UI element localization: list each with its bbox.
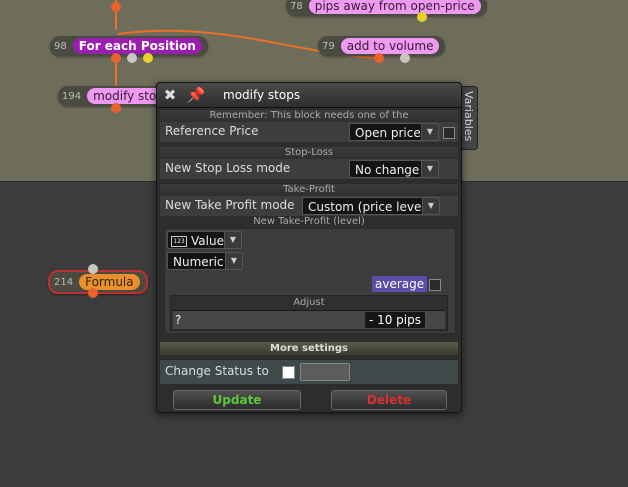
change-status-label: Change Status to — [165, 364, 269, 378]
update-button[interactable]: Update — [173, 390, 301, 410]
value-type-label: Value — [191, 234, 224, 248]
block-label: For each Position — [72, 38, 202, 54]
output-port[interactable] — [417, 12, 427, 22]
average-checkbox[interactable] — [429, 279, 441, 291]
reference-price-value: Open price — [355, 126, 421, 140]
chevron-down-icon: ▼ — [422, 198, 439, 214]
take-profit-row: New Take Profit mode Custom (price level… — [160, 196, 458, 216]
value-icon: 123 — [171, 236, 187, 247]
input-port[interactable] — [88, 264, 98, 274]
chevron-down-icon: ▼ — [421, 124, 438, 140]
take-profit-mode-select[interactable]: Custom (price level) ▼ — [302, 197, 440, 215]
output-port[interactable] — [143, 53, 153, 63]
block-label: add to volume — [340, 38, 440, 54]
stop-loss-mode-label: New Stop Loss mode — [165, 161, 291, 175]
status-value-field[interactable] — [300, 363, 350, 381]
change-status-row: Change Status to — [160, 360, 458, 384]
stop-loss-mode-value: No change — [355, 163, 420, 177]
numeric-type-select[interactable]: Numeric ▼ — [167, 252, 243, 270]
dialog-titlebar[interactable]: ✖ 📌 modify stops — [157, 83, 461, 108]
adjust-placeholder: ? — [175, 313, 182, 327]
chevron-down-icon: ▼ — [224, 232, 241, 248]
average-button[interactable]: average — [372, 276, 428, 292]
numeric-type-label: Numeric — [173, 255, 224, 269]
output-port[interactable] — [111, 53, 121, 63]
remember-note: Remember: This block needs one of the — [160, 110, 458, 122]
output-port[interactable] — [127, 53, 137, 63]
block-label: pips away from open-price — [308, 0, 481, 14]
block-number: 79 — [322, 40, 335, 52]
stop-loss-mode-select[interactable]: No change ▼ — [349, 160, 439, 178]
adjust-header: Adjust — [293, 297, 325, 308]
adjust-input[interactable]: ? - 10 pips — [173, 310, 445, 329]
variables-tab[interactable]: Variables — [460, 86, 478, 150]
pin-icon[interactable]: 📌 — [185, 87, 207, 103]
modify-stops-dialog: ✖ 📌 modify stops Remember: This block ne… — [156, 82, 462, 413]
chevron-down-icon: ▼ — [225, 253, 242, 269]
block-number: 78 — [290, 0, 303, 12]
output-port[interactable] — [111, 103, 121, 113]
output-port[interactable] — [400, 53, 410, 63]
block-pips-away[interactable]: 78 pips away from open-price — [286, 0, 487, 16]
variables-tab-label: Variables — [462, 91, 475, 142]
block-number: 194 — [62, 90, 82, 102]
close-icon[interactable]: ✖ — [162, 87, 178, 103]
delete-button[interactable]: Delete — [331, 390, 447, 410]
change-status-checkbox[interactable] — [282, 366, 295, 379]
adjust-panel: Adjust ? - 10 pips — [170, 295, 448, 331]
adjust-value[interactable]: - 10 pips — [364, 312, 425, 328]
take-profit-mode-value: Custom (price level) — [308, 200, 430, 214]
reference-price-select[interactable]: Open price ▼ — [349, 123, 439, 141]
output-port[interactable] — [88, 288, 98, 298]
stop-loss-header: Stop-Loss — [160, 147, 458, 159]
value-type-select[interactable]: 123 Value ▼ — [167, 231, 242, 249]
more-settings-header[interactable]: More settings — [160, 342, 458, 355]
take-profit-mode-label: New Take Profit mode — [165, 198, 295, 212]
block-label: Formula — [79, 274, 140, 290]
dialog-title: modify stops — [223, 88, 301, 102]
reference-price-checkbox[interactable] — [443, 127, 455, 139]
block-number: 214 — [54, 276, 74, 288]
reference-price-label: Reference Price — [165, 124, 259, 138]
take-profit-header: Take-Profit — [160, 184, 458, 196]
input-port[interactable] — [111, 2, 121, 12]
chevron-down-icon: ▼ — [421, 161, 438, 177]
block-number: 98 — [54, 40, 67, 52]
block-formula[interactable]: 214 Formula — [48, 270, 148, 294]
reference-price-row: Reference Price Open price ▼ — [160, 122, 458, 142]
output-port[interactable] — [374, 53, 384, 63]
stop-loss-row: New Stop Loss mode No change ▼ — [160, 159, 458, 179]
take-profit-level-header: New Take-Profit (level) — [253, 216, 365, 227]
